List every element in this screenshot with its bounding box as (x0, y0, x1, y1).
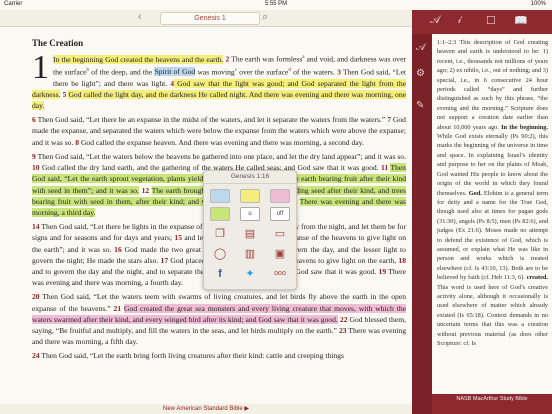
facebook-icon[interactable]: f (212, 267, 228, 281)
paragraph: 6 Then God said, “Let there be an expans… (32, 115, 406, 147)
verse-6[interactable]: Then God said, “Let there be an expanse … (38, 115, 386, 124)
clock: 5:55 PM (264, 1, 288, 7)
section-title: The Creation (32, 38, 84, 48)
tab-notes-icon[interactable]: 𝒜 (430, 14, 440, 27)
note-3: Elohim is a general term for deity and a… (437, 189, 548, 282)
more-icon[interactable]: ooo (272, 267, 288, 281)
twitter-icon[interactable]: ✦ (242, 267, 258, 281)
note-2-heading: In the beginning. (501, 123, 549, 131)
verse-5[interactable]: God called the light day, and the darkne… (32, 89, 406, 111)
highlight-blue-swatch[interactable] (210, 189, 230, 203)
settings-gear-icon[interactable]: ⚙ (416, 68, 425, 79)
copy-icon[interactable]: ❐ (212, 227, 228, 241)
popover-title: Genesis 1:16 (204, 171, 296, 184)
tab-info-icon[interactable]: 𝒾 (458, 14, 462, 27)
note-4-heading: created. (526, 274, 548, 282)
edit-pencil-icon[interactable]: ✎ (416, 100, 424, 111)
paragraph: 1 In the beginning God created the heave… (32, 49, 406, 111)
back-chevron-icon[interactable]: ‹ (138, 11, 142, 23)
note-2: While God exists eternally (Ps 90:2), th… (437, 133, 548, 197)
underline-button[interactable]: u (240, 207, 260, 221)
verse-action-popover: Genesis 1:16 u off ❐ ▤ ▭ ◯ ▥ ▣ f ✦ ooo (203, 170, 297, 290)
note-3-heading: God. (468, 189, 482, 197)
verse-2-highlight[interactable]: Spirit of God (154, 67, 196, 77)
tab-library-icon[interactable]: ☐ (486, 14, 496, 27)
top-nav-bar: ‹ Genesis 1 ⌕ (0, 10, 412, 27)
translation-selector[interactable]: New American Standard Bible ▶ (0, 404, 412, 414)
battery-label: 100% (530, 1, 546, 7)
notes-tabs: 𝒜 𝒾 ☐ 📖 (412, 10, 552, 34)
study-note-text: 1:1–2:3 This description of God creating… (432, 34, 552, 404)
share-icon[interactable]: ▣ (272, 247, 288, 261)
verse-2c[interactable]: of the deep, and the (89, 67, 155, 76)
highlight-yellow-swatch[interactable] (240, 189, 260, 203)
study-notes-panel: 𝒜 𝒾 ☐ 📖 𝒜 ⚙ ✎ 1:1–2:3 This description o… (412, 10, 552, 414)
verse-1[interactable]: In the beginning God created the heavens… (53, 54, 224, 64)
verse-8[interactable]: God called the expanse heaven. And there… (81, 138, 364, 147)
bookmark-icon[interactable]: ▭ (272, 227, 288, 241)
verse-2g[interactable]: of the waters. (291, 67, 337, 76)
note-4: This word is used here of God’s creative… (437, 283, 548, 347)
compare-icon[interactable]: ▥ (242, 247, 258, 261)
note-icon[interactable]: ▤ (242, 227, 258, 241)
chapter-number: 1 (32, 49, 49, 87)
notes-sidebar: 𝒜 ⚙ ✎ (412, 34, 432, 414)
note-1: 1:1–2:3 This description of God creating… (437, 39, 548, 131)
status-bar: Carrier 5:55 PM 100% (0, 0, 552, 10)
annotation-icon[interactable]: 𝒜 (416, 42, 425, 53)
comment-icon[interactable]: ◯ (212, 247, 228, 261)
paragraph: 24 Then God said, “Let the earth bring f… (32, 351, 344, 361)
paragraph: 20 Then God said, “Let the waters teem w… (32, 292, 406, 347)
verse-9[interactable]: Then God said, “Let the waters below the… (38, 152, 406, 161)
study-bible-label: NASB MacArthur Study Bible (432, 394, 552, 404)
chapter-selector[interactable]: Genesis 1 (160, 12, 260, 25)
verse-2e[interactable]: was moving (195, 67, 234, 76)
verse-2a[interactable]: The earth was formless (229, 55, 302, 64)
search-icon[interactable]: ⌕ (262, 11, 268, 24)
highlight-green-swatch[interactable] (210, 207, 230, 221)
highlight-off-button[interactable]: off (270, 207, 290, 221)
verse-24[interactable]: Then God said, “Let the earth bring fort… (41, 351, 344, 360)
highlight-pink-swatch[interactable] (270, 189, 290, 203)
tab-book-icon[interactable]: 📖 (514, 14, 528, 27)
verse-2f[interactable]: over the surface (237, 67, 288, 76)
